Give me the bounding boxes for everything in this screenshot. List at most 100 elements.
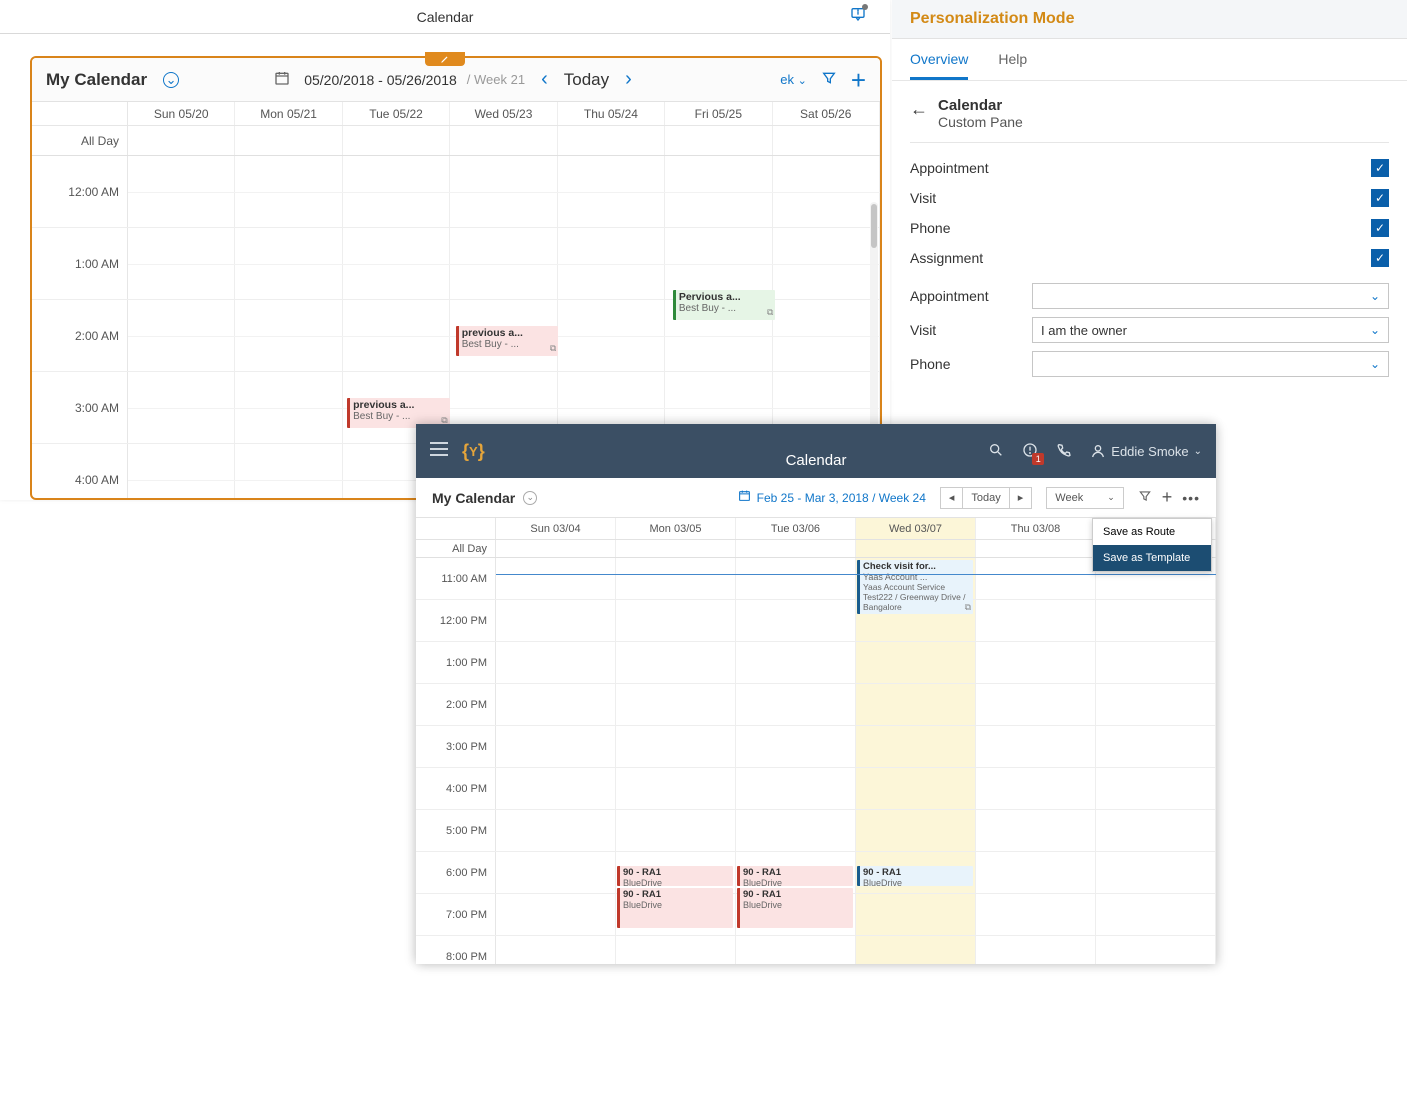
checkbox[interactable]: ✓ xyxy=(1371,159,1389,177)
hour-label: 6:00 PM xyxy=(416,852,496,893)
expand-icon[interactable]: ⌄ xyxy=(163,72,179,88)
calendar-event[interactable]: Pervious a...Best Buy - ... ⧉ xyxy=(673,290,776,320)
perso-check-label: Phone xyxy=(910,220,1371,236)
perso-tabs: Overview Help xyxy=(892,39,1407,81)
calendar-event[interactable]: 90 - RA1BlueDrive xyxy=(737,888,853,928)
breadcrumb: ← Calendar Custom Pane xyxy=(910,97,1389,143)
context-menu: Save as Route Save as Template xyxy=(1092,518,1212,572)
prev-arrow-icon[interactable]: ‹ xyxy=(535,66,554,93)
day-header: Tue 03/06 xyxy=(736,518,856,539)
perso-select-label: Phone xyxy=(910,356,1022,372)
hour-label: 1:00 AM xyxy=(32,228,128,299)
app-title: Calendar xyxy=(417,9,474,25)
hour-label: 12:00 PM xyxy=(416,600,496,641)
menu-item-save-route[interactable]: Save as Route xyxy=(1093,519,1211,545)
perso-check-label: Visit xyxy=(910,190,1371,206)
view-mode-dropdown[interactable]: ek ⌄ xyxy=(780,72,807,87)
date-pager: ◂ Today ▸ xyxy=(940,487,1032,509)
hour-label: 8:00 PM xyxy=(416,936,496,964)
calendar-event[interactable]: 90 - RA1BlueDrive xyxy=(737,866,853,886)
chevron-down-icon: ⌄ xyxy=(1370,357,1380,371)
tab-overview[interactable]: Overview xyxy=(910,51,968,80)
checkbox[interactable]: ✓ xyxy=(1371,249,1389,267)
more-icon[interactable]: ••• xyxy=(1182,490,1200,506)
day-header: Mon 05/21 xyxy=(235,102,342,125)
calendar-app-secondary: {Y} Calendar 1 Eddie Smoke ⌄ My Calendar… xyxy=(416,424,1216,964)
day-header-row: Sun 05/20 Mon 05/21 Tue 05/22 Wed 05/23 … xyxy=(32,102,880,126)
day-header: Fri 05/25 xyxy=(665,102,772,125)
conversation-icon[interactable] xyxy=(850,6,866,27)
perso-check-label: Appointment xyxy=(910,160,1371,176)
day-header: Sun 03/04 xyxy=(496,518,616,539)
day-header: Sun 05/20 xyxy=(128,102,235,125)
day-header: Wed 03/07 xyxy=(856,518,976,539)
calendar-event[interactable]: 90 - RA1BlueDrive xyxy=(857,866,973,886)
hour-label: 11:00 AM xyxy=(416,558,496,599)
day-header: Thu 05/24 xyxy=(558,102,665,125)
chevron-down-icon: ⌄ xyxy=(1370,289,1380,303)
day-header: Thu 03/08 xyxy=(976,518,1096,539)
hour-label: 3:00 PM xyxy=(416,726,496,767)
perso-check-label: Assignment xyxy=(910,250,1371,266)
tab-help[interactable]: Help xyxy=(998,51,1027,80)
hour-label: 7:00 PM xyxy=(416,894,496,935)
calendar-event[interactable]: Check visit for...Yaas Account ...Yaas A… xyxy=(857,560,973,614)
app2-calendar-grid: Sun 03/04 Mon 03/05 Tue 03/06 Wed 03/07 … xyxy=(416,518,1216,964)
next-arrow-icon[interactable]: › xyxy=(619,66,638,93)
hour-label: 4:00 AM xyxy=(32,444,128,498)
crumb-subtitle: Custom Pane xyxy=(938,114,1023,130)
week-label: / Week 21 xyxy=(467,72,525,87)
calendar-event[interactable]: 90 - RA1BlueDrive xyxy=(617,888,733,928)
day-header: Mon 03/05 xyxy=(616,518,736,539)
hour-label: 2:00 AM xyxy=(32,300,128,371)
checkbox[interactable]: ✓ xyxy=(1371,189,1389,207)
app2-date-range[interactable]: Feb 25 - Mar 3, 2018 / Week 24 xyxy=(757,491,926,505)
perso-select[interactable]: ⌄ xyxy=(1032,283,1389,309)
allday-label: All Day xyxy=(32,126,128,155)
hour-label: 12:00 AM xyxy=(32,156,128,227)
hour-label: 4:00 PM xyxy=(416,768,496,809)
app2-title: Calendar xyxy=(416,452,1216,469)
prev-button[interactable]: ◂ xyxy=(941,488,964,508)
chevron-down-icon: ⌄ xyxy=(1107,492,1115,503)
calendar-event[interactable]: 90 - RA1BlueDrive xyxy=(617,866,733,886)
day-header: Sat 05/26 xyxy=(773,102,880,125)
allday-label: All Day xyxy=(416,540,496,557)
perso-select[interactable]: I am the owner⌄ xyxy=(1032,317,1389,343)
hour-label: 2:00 PM xyxy=(416,684,496,725)
app-header: Calendar xyxy=(0,0,890,34)
date-picker-icon[interactable] xyxy=(738,489,751,507)
next-button[interactable]: ▸ xyxy=(1010,488,1032,508)
app2-toolbar: My Calendar ⌄ Feb 25 - Mar 3, 2018 / Wee… xyxy=(416,478,1216,518)
today-button[interactable]: Today xyxy=(564,70,609,90)
hour-label: 5:00 PM xyxy=(416,810,496,851)
add-icon[interactable]: + xyxy=(851,67,866,93)
checkbox[interactable]: ✓ xyxy=(1371,219,1389,237)
app2-cal-title: My Calendar xyxy=(432,490,515,506)
filter-icon[interactable] xyxy=(821,70,837,90)
perso-select-label: Appointment xyxy=(910,288,1022,304)
perso-select-label: Visit xyxy=(910,322,1022,338)
perso-select[interactable]: ⌄ xyxy=(1032,351,1389,377)
today-button[interactable]: Today xyxy=(963,488,1009,508)
allday-row: All Day xyxy=(32,126,880,156)
view-mode-dropdown[interactable]: Week⌄ xyxy=(1046,487,1123,509)
add-icon[interactable]: + xyxy=(1162,487,1173,508)
day-header: Wed 05/23 xyxy=(450,102,557,125)
date-range: 05/20/2018 - 05/26/2018 xyxy=(304,72,457,88)
alert-badge: 1 xyxy=(1032,453,1044,465)
alert-icon[interactable]: 1 xyxy=(1022,442,1038,461)
menu-item-save-template[interactable]: Save as Template xyxy=(1093,545,1211,571)
calendar-event[interactable]: previous a...Best Buy - ... ⧉ xyxy=(456,326,559,356)
back-arrow-icon[interactable]: ← xyxy=(910,97,928,120)
crumb-title: Calendar xyxy=(938,97,1023,114)
personalization-pane: Personalization Mode Overview Help ← Cal… xyxy=(892,0,1407,381)
perso-heading: Personalization Mode xyxy=(892,0,1407,39)
date-picker-icon[interactable] xyxy=(274,70,290,89)
edit-handle-icon[interactable] xyxy=(425,52,465,66)
expand-icon[interactable]: ⌄ xyxy=(523,491,537,505)
filter-icon[interactable] xyxy=(1138,489,1152,506)
hour-label: 3:00 AM xyxy=(32,372,128,443)
day-header: Tue 05/22 xyxy=(343,102,450,125)
hour-label: 1:00 PM xyxy=(416,642,496,683)
